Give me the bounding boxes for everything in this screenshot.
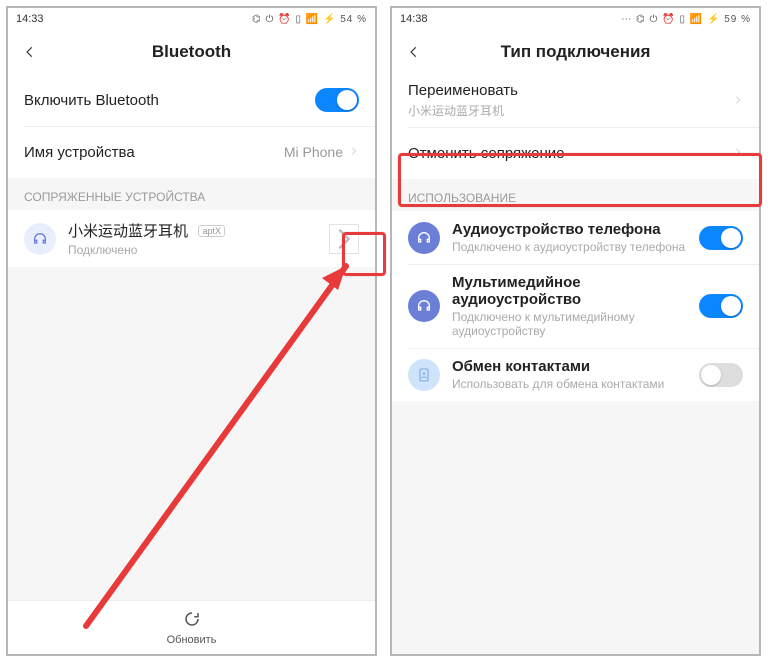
status-icons: ⋯ ⌬ ⏻ ⏰ ▯ 📶 ⚡ 59 % [621,14,751,25]
chevron-left-icon [23,45,37,59]
status-bar: 14:38 ⋯ ⌬ ⏻ ⏰ ▯ 📶 ⚡ 59 % [392,8,759,30]
section-usage-header: ИСПОЛЬЗОВАНИЕ [392,179,759,211]
usage-phone-audio-row[interactable]: Аудиоустройство телефона Подключено к ау… [392,211,759,264]
paired-device-name: 小米运动蓝牙耳机 [68,223,188,240]
headphones-icon [408,222,440,254]
device-details-button[interactable] [329,224,359,254]
bottom-bar: Обновить [8,600,375,654]
chevron-right-icon [733,92,743,110]
chevron-right-icon [733,144,743,162]
status-icons: ⌬ ⏻ ⏰ ▯ 📶 ⚡ 54 % [252,14,367,25]
status-time: 14:33 [16,13,44,25]
unpair-label: Отменить сопряжение [408,145,565,162]
usage-media-audio-toggle[interactable] [699,294,743,318]
enable-bluetooth-toggle[interactable] [315,88,359,112]
headphones-icon [408,290,440,322]
chevron-right-icon [330,225,358,253]
enable-bluetooth-row[interactable]: Включить Bluetooth [8,74,375,126]
rename-row[interactable]: Переименовать 小米运动蓝牙耳机 [392,74,759,127]
refresh-icon[interactable] [183,610,201,633]
paired-device-status: Подключено [68,243,329,257]
usage-media-audio-row[interactable]: Мультимедийное аудиоустройство Подключен… [392,264,759,348]
chevron-left-icon [407,45,421,59]
unpair-row[interactable]: Отменить сопряжение [392,127,759,179]
usage-contacts-sub: Использовать для обмена контактами [452,377,699,391]
usage-media-audio-title: Мультимедийное аудиоустройство [452,274,699,308]
chevron-right-icon [349,143,359,161]
headphones-icon [24,223,56,255]
device-name-label: Имя устройства [24,144,135,161]
back-button[interactable] [402,40,426,64]
section-paired-header: СОПРЯЖЕННЫЕ УСТРОЙСТВА [8,178,375,210]
page-title: Тип подключения [501,42,651,62]
rename-label: Переименовать [408,82,518,99]
usage-contacts-toggle[interactable] [699,363,743,387]
usage-contacts-row[interactable]: Обмен контактами Использовать для обмена… [392,348,759,401]
contacts-icon [408,359,440,391]
status-time: 14:38 [400,13,428,25]
refresh-label[interactable]: Обновить [167,634,217,646]
usage-media-audio-sub: Подключено к мультимедийному аудиоустрой… [452,310,699,338]
phone-left: 14:33 ⌬ ⏻ ⏰ ▯ 📶 ⚡ 54 % Bluetooth Включит… [6,6,377,656]
usage-phone-audio-title: Аудиоустройство телефона [452,221,699,238]
usage-contacts-title: Обмен контактами [452,358,699,375]
page-title: Bluetooth [152,42,231,62]
device-name-value: Mi Phone [284,144,343,160]
usage-phone-audio-sub: Подключено к аудиоустройству телефона [452,240,699,254]
codec-badge: aptX [198,225,225,237]
usage-phone-audio-toggle[interactable] [699,226,743,250]
phone-right: 14:38 ⋯ ⌬ ⏻ ⏰ ▯ 📶 ⚡ 59 % Тип подключения… [390,6,761,656]
enable-bluetooth-label: Включить Bluetooth [24,92,159,109]
header: Тип подключения [392,30,759,74]
device-name-row[interactable]: Имя устройства Mi Phone [8,126,375,178]
header: Bluetooth [8,30,375,74]
back-button[interactable] [18,40,42,64]
paired-device-row[interactable]: 小米运动蓝牙耳机 aptX Подключено [8,210,375,267]
rename-sub: 小米运动蓝牙耳机 [408,102,518,119]
status-bar: 14:33 ⌬ ⏻ ⏰ ▯ 📶 ⚡ 54 % [8,8,375,30]
